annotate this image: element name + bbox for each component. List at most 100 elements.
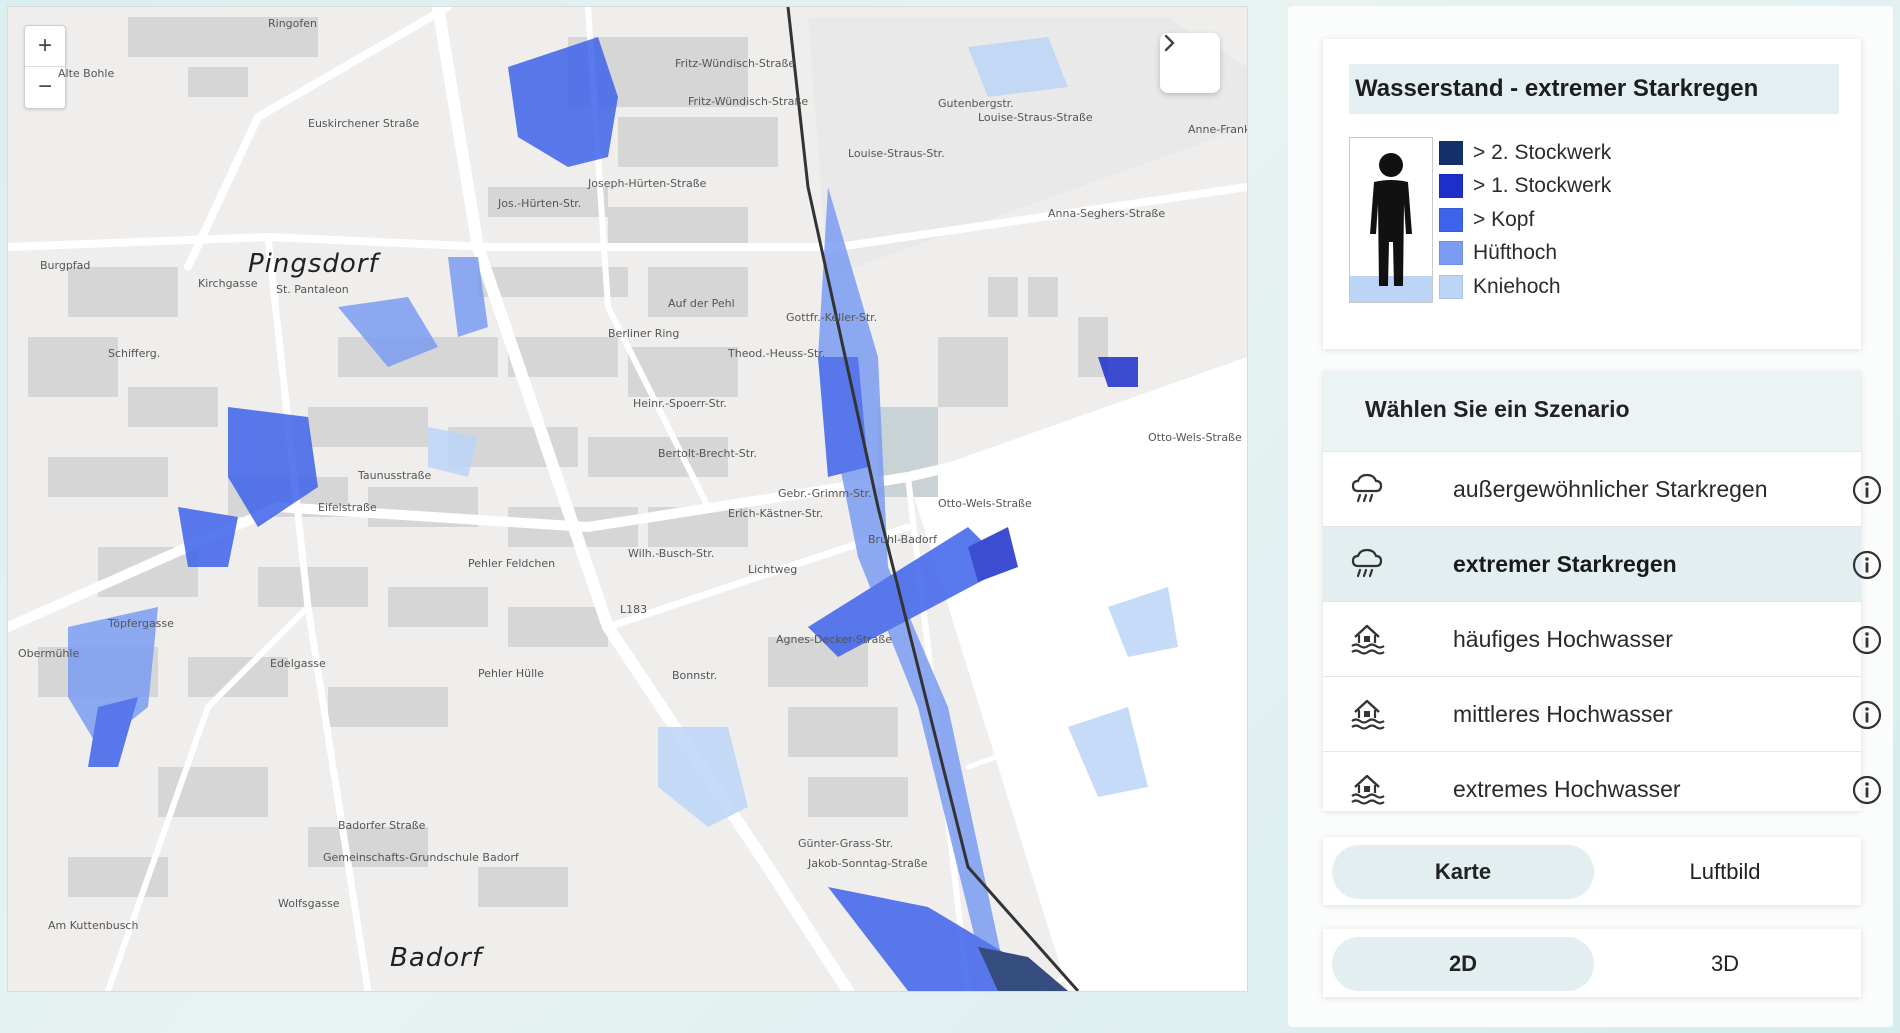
- person-icon: [1370, 153, 1412, 286]
- chevron-right-icon: [1164, 34, 1175, 52]
- street-label: Joseph-Hürten-Straße: [588, 177, 707, 190]
- legend-swatch: [1439, 207, 1463, 232]
- street-label: L183: [620, 603, 648, 616]
- street-label: Heinr.-Spoerr-Str.: [633, 397, 727, 410]
- street-label: Taunusstraße: [358, 469, 432, 482]
- street-label: Edelgasse: [270, 657, 326, 670]
- scenario-header: Wählen Sie ein Szenario: [1323, 371, 1861, 451]
- street-label: Bonnstr.: [672, 669, 718, 682]
- scenario-option[interactable]: mittleres Hochwasser: [1323, 676, 1882, 751]
- street-label: Louise-Straus-Str.: [848, 147, 945, 160]
- view-option-3d[interactable]: 3D: [1594, 937, 1856, 991]
- legend-list: > 2. Stockwerk > 1. Stockwerk > Kopf Hüftho…: [1439, 136, 1611, 304]
- street-label: Ringofen: [268, 17, 317, 30]
- street-label: Töpfergasse: [108, 617, 174, 630]
- side-panel: Wasserstand - extremer Starkregen > 2. S…: [1288, 6, 1893, 1027]
- street-label: Wilh.-Busch-Str.: [628, 547, 715, 560]
- scenario-option[interactable]: extremer Starkregen: [1323, 526, 1882, 601]
- street-label: Bruhl-Badorf: [868, 533, 938, 546]
- street-label: Badorfer Straße: [338, 819, 426, 832]
- info-icon[interactable]: [1851, 774, 1883, 806]
- scenario-option[interactable]: außergewöhnlicher Starkregen: [1323, 451, 1882, 526]
- legend-label: > 2. Stockwerk: [1473, 140, 1612, 164]
- street-label: Otto-Wels-Straße: [1148, 431, 1242, 444]
- street-label: Günter-Grass-Str.: [798, 837, 894, 850]
- street-label: Agnes-Decker-Straße: [776, 633, 893, 646]
- street-label: Theod.-Heuss-Str.: [728, 347, 826, 360]
- info-icon[interactable]: [1851, 624, 1883, 656]
- place-label-pingsdorf: Pingsdorf: [248, 249, 379, 279]
- zoom-in-button[interactable]: +: [25, 26, 65, 66]
- legend-label: Kniehoch: [1473, 274, 1561, 298]
- flooded-house-icon: [1351, 699, 1385, 730]
- street-label: Erich-Kästner-Str.: [728, 507, 824, 520]
- expand-panel-button[interactable]: [1160, 33, 1220, 93]
- street-label: Euskirchener Straße: [308, 117, 420, 130]
- street-label: Pehler Hülle: [478, 667, 544, 680]
- street-label: Louise-Straus-Straße: [978, 111, 1093, 124]
- street-label: Berliner Ring: [608, 327, 680, 340]
- view-toggle: 2D 3D: [1323, 929, 1861, 997]
- scenario-label: extremer Starkregen: [1453, 550, 1677, 577]
- street-label: St. Pantaleon: [276, 283, 349, 296]
- view-option-2d[interactable]: 2D: [1332, 937, 1594, 991]
- street-label: Anna-Seghers-Straße: [1048, 207, 1166, 220]
- legend-swatch: [1439, 241, 1463, 266]
- street-label: Jos.-Hürten-Str.: [498, 197, 582, 210]
- street-label: Jakob-Sonntag-Straße: [808, 857, 928, 870]
- street-label: Gutenbergstr.: [938, 97, 1014, 110]
- street-label: Bertolt-Brecht-Str.: [658, 447, 758, 460]
- flooded-house-icon: [1351, 774, 1385, 805]
- street-label: Kirchgasse: [198, 277, 258, 290]
- legend-card: Wasserstand - extremer Starkregen > 2. S…: [1323, 39, 1861, 349]
- info-icon[interactable]: [1851, 699, 1883, 731]
- legend-item: > 2. Stockwerk: [1439, 136, 1611, 170]
- street-label: Lichtweg: [748, 563, 798, 576]
- legend-item: > 1. Stockwerk: [1439, 170, 1611, 204]
- legend-label: > 1. Stockwerk: [1473, 174, 1612, 198]
- map-canvas: [8, 7, 1247, 991]
- rain-cloud-icon: [1351, 548, 1383, 578]
- scenario-label: außergewöhnlicher Starkregen: [1453, 475, 1768, 502]
- flooded-house-icon: [1351, 624, 1385, 655]
- legend-swatch: [1439, 140, 1463, 165]
- scenario-label: mittleres Hochwasser: [1453, 700, 1673, 727]
- rain-cloud-icon: [1351, 473, 1383, 503]
- basemap-toggle: Karte Luftbild: [1323, 837, 1861, 905]
- street-label: Anne-Frank-Str.: [1188, 123, 1247, 136]
- info-icon[interactable]: [1851, 549, 1883, 581]
- basemap-option-luftbild[interactable]: Luftbild: [1594, 845, 1856, 899]
- legend-item: Hüfthoch: [1439, 237, 1611, 271]
- scenario-label: häufiges Hochwasser: [1453, 625, 1673, 652]
- place-label-badorf: Badorf: [390, 943, 483, 973]
- street-label: Otto-Wels-Straße: [938, 497, 1032, 510]
- person-scale-icon: [1349, 137, 1433, 303]
- legend-item: > Kopf: [1439, 203, 1611, 237]
- scenario-label: extremes Hochwasser: [1453, 775, 1681, 802]
- scenario-option[interactable]: extremes Hochwasser: [1323, 751, 1882, 826]
- basemap-option-karte[interactable]: Karte: [1332, 845, 1594, 899]
- scenario-list: außergewöhnlicher Starkregen extremer Sta…: [1323, 451, 1882, 826]
- info-icon[interactable]: [1851, 474, 1883, 506]
- street-label: Schifferg.: [108, 347, 161, 360]
- street-label: Gottfr.-Keller-Str.: [786, 311, 878, 324]
- flood-map[interactable]: + − Pingsdorf Badorf Fritz-Wündisch-Stra…: [7, 6, 1248, 992]
- street-label: Alte Bohle: [58, 67, 115, 80]
- street-label: Gemeinschafts-Grundschule Badorf: [323, 851, 519, 864]
- legend-title: Wasserstand - extremer Starkregen: [1349, 64, 1839, 114]
- scenario-option[interactable]: häufiges Hochwasser: [1323, 601, 1882, 676]
- legend-label: > Kopf: [1473, 207, 1535, 231]
- street-label: Am Kuttenbusch: [48, 919, 139, 932]
- street-label: Eifelstraße: [318, 501, 377, 514]
- legend-swatch: [1439, 174, 1463, 199]
- street-label: Auf der Pehl: [668, 297, 735, 310]
- street-label: Gebr.-Grimm-Str.: [778, 487, 872, 500]
- street-label: Fritz-Wündisch-Straße: [675, 57, 796, 70]
- scenario-card: Wählen Sie ein Szenario außergewöhnliche…: [1323, 371, 1882, 811]
- street-label: Fritz-Wündisch-Straße: [688, 95, 809, 108]
- legend-item: Kniehoch: [1439, 270, 1611, 304]
- street-label: Obermühle: [18, 647, 80, 660]
- street-label: Wolfsgasse: [278, 897, 340, 910]
- legend-label: Hüfthoch: [1473, 241, 1558, 265]
- street-label: Burgpfad: [40, 259, 91, 272]
